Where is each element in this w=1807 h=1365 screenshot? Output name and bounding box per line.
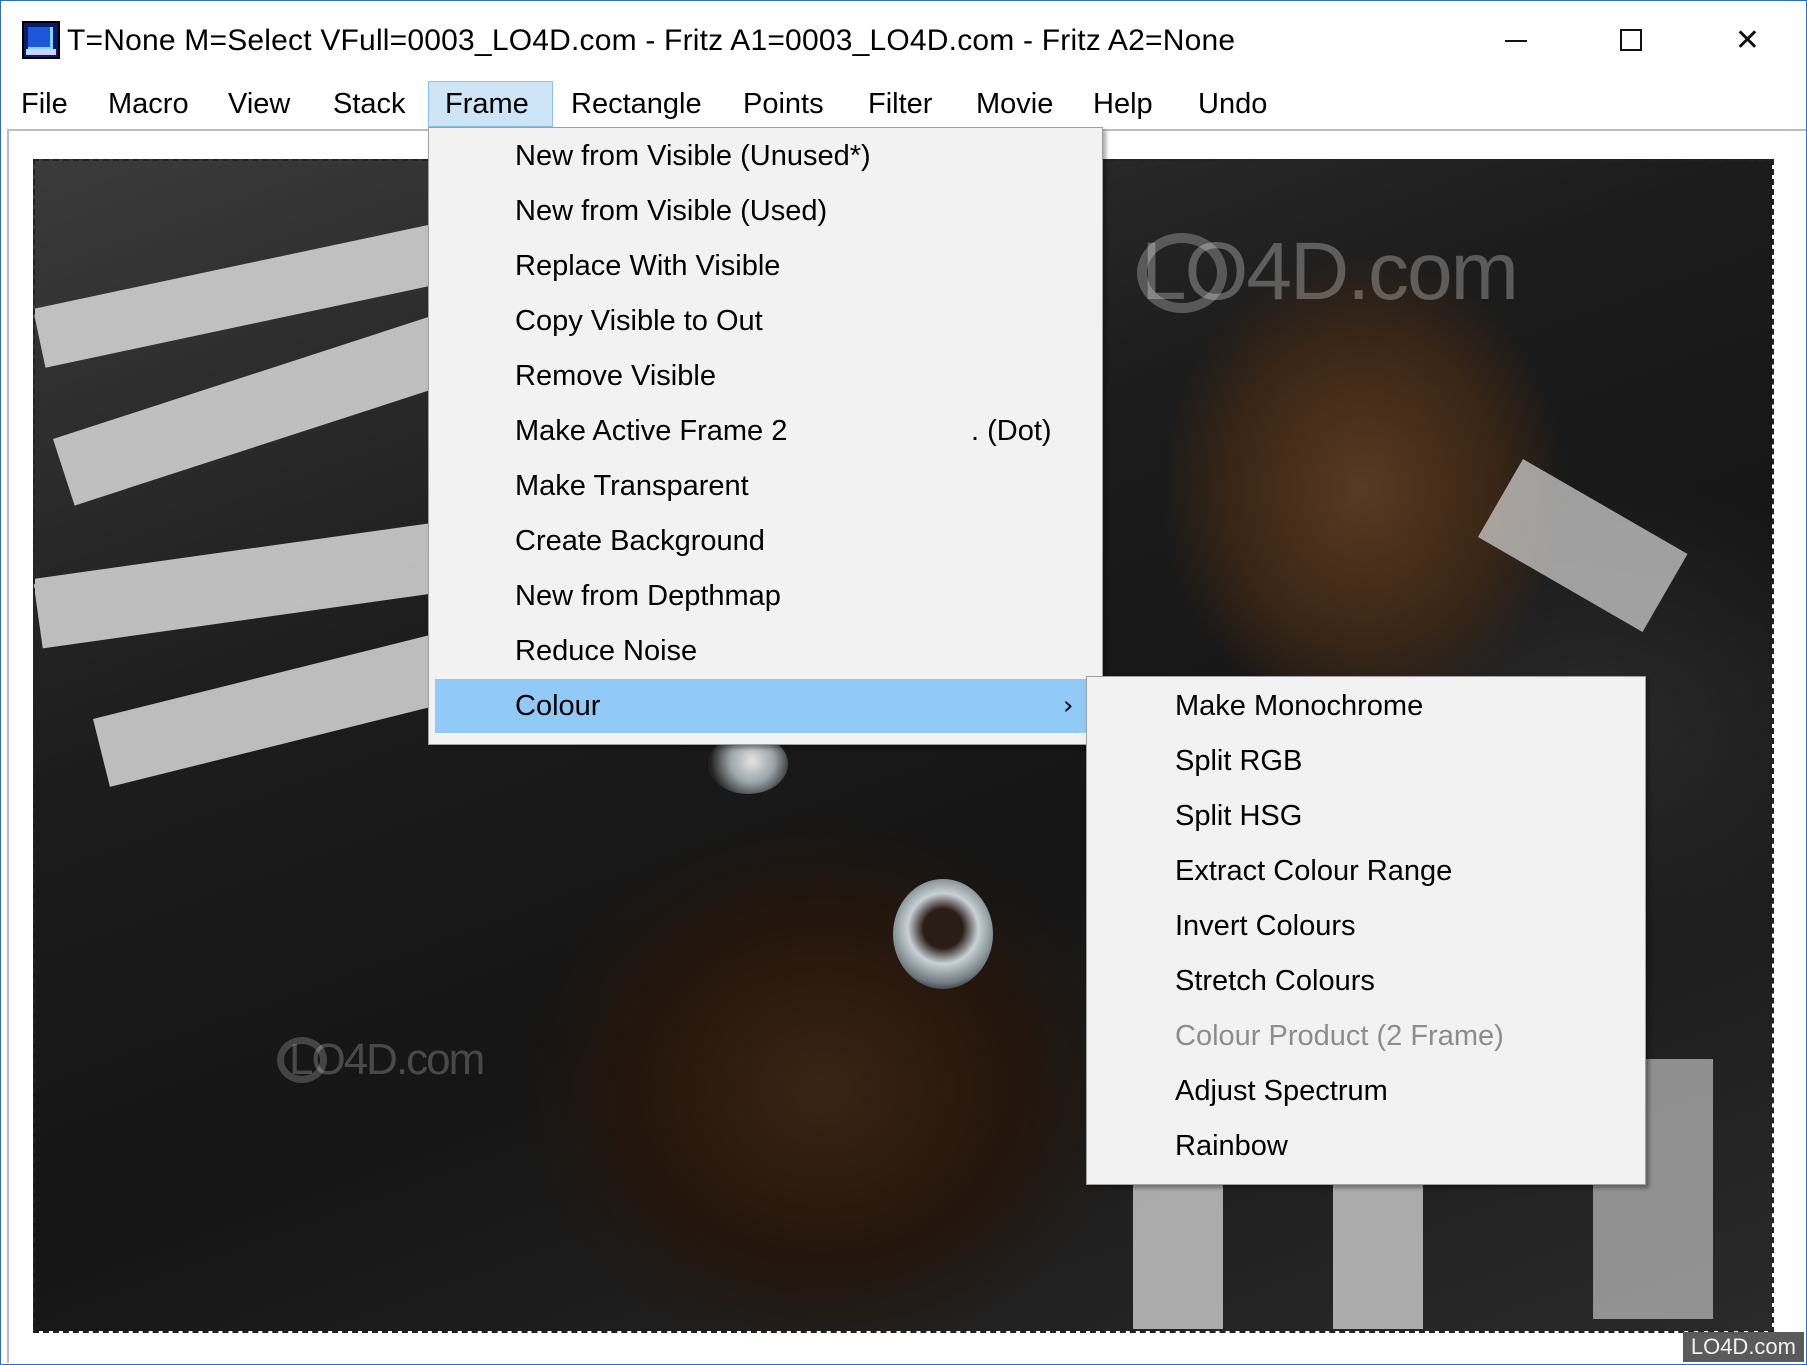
watermark-large: LO4D.com: [1141, 226, 1519, 317]
menu-item-make-transparent[interactable]: Make Transparent: [435, 459, 1096, 513]
minimize-button[interactable]: [1458, 1, 1573, 79]
menu-item-colour-product-2-frame: Colour Product (2 Frame): [1175, 1020, 1504, 1052]
minimize-icon: [1504, 40, 1527, 42]
menu-item-create-background[interactable]: Create Background: [435, 514, 1096, 568]
menu-item-new-from-depthmap[interactable]: New from Depthmap: [435, 569, 1096, 623]
menu-bar: File Macro View Stack Frame Rectangle Po…: [1, 81, 1806, 127]
close-icon: ✕: [1734, 22, 1761, 58]
submenu-arrow-icon: ›: [1063, 691, 1074, 721]
app-icon[interactable]: [22, 21, 60, 59]
title-bar[interactable]: T=None M=Select VFull=0003_LO4D.com - Fr…: [1, 1, 1806, 81]
menu-item-replace-with-visible[interactable]: Replace With Visible: [435, 239, 1096, 293]
menu-filter[interactable]: Filter: [868, 81, 932, 127]
blanket-stripe: [1478, 459, 1688, 632]
colour-submenu: Make Monochrome Split RGB Split HSG Extr…: [1086, 676, 1646, 1185]
menu-item-invert-colours[interactable]: Invert Colours: [1093, 899, 1639, 953]
cat-eye-right: [893, 879, 993, 989]
menu-file[interactable]: File: [21, 81, 68, 127]
menu-frame[interactable]: Frame: [428, 81, 553, 127]
menu-item-stretch-colours[interactable]: Stretch Colours: [1093, 954, 1639, 1008]
menu-item-make-active-frame-2[interactable]: Make Active Frame 2 . (Dot): [435, 404, 1096, 458]
menu-item-new-from-visible-used[interactable]: New from Visible (Used): [435, 184, 1096, 238]
menu-item-extract-colour-range[interactable]: Extract Colour Range: [1093, 844, 1639, 898]
window-title: T=None M=Select VFull=0003_LO4D.com - Fr…: [67, 24, 1236, 57]
frame-menu: New from Visible (Unused*) New from Visi…: [428, 127, 1103, 745]
menu-item-reduce-noise[interactable]: Reduce Noise: [435, 624, 1096, 678]
menu-macro[interactable]: Macro: [108, 81, 189, 127]
maximize-icon: [1619, 29, 1642, 51]
corner-watermark-badge: LO4D.com: [1682, 1332, 1804, 1362]
menu-item-make-monochrome[interactable]: Make Monochrome: [1093, 679, 1639, 733]
menu-rectangle[interactable]: Rectangle: [571, 81, 702, 127]
blanket-stripe: [93, 631, 460, 787]
menu-item-new-from-visible-unused[interactable]: New from Visible (Unused*): [435, 129, 1096, 183]
menu-stack[interactable]: Stack: [333, 81, 406, 127]
menu-item-split-rgb[interactable]: Split RGB: [1093, 734, 1639, 788]
menu-item-copy-visible-to-out[interactable]: Copy Visible to Out: [435, 294, 1096, 348]
blanket-stripe: [1133, 1179, 1223, 1329]
menu-movie[interactable]: Movie: [976, 81, 1053, 127]
maximize-button[interactable]: [1573, 1, 1688, 79]
menu-item-split-hsg[interactable]: Split HSG: [1093, 789, 1639, 843]
menu-item-rainbow[interactable]: Rainbow: [1093, 1119, 1639, 1173]
watermark-small: LO4D.com: [289, 1035, 485, 1084]
menu-help[interactable]: Help: [1093, 81, 1153, 127]
blanket-stripe: [33, 521, 449, 649]
menu-item-remove-visible[interactable]: Remove Visible: [435, 349, 1096, 403]
menu-points[interactable]: Points: [743, 81, 824, 127]
close-button[interactable]: ✕: [1690, 1, 1805, 79]
app-window: T=None M=Select VFull=0003_LO4D.com - Fr…: [0, 0, 1807, 1365]
menu-undo[interactable]: Undo: [1198, 81, 1267, 127]
menu-item-colour[interactable]: Colour ›: [435, 679, 1096, 733]
menu-item-adjust-spectrum[interactable]: Adjust Spectrum: [1093, 1064, 1639, 1118]
menu-view[interactable]: View: [228, 81, 290, 127]
shortcut-label: . (Dot): [971, 415, 1052, 447]
